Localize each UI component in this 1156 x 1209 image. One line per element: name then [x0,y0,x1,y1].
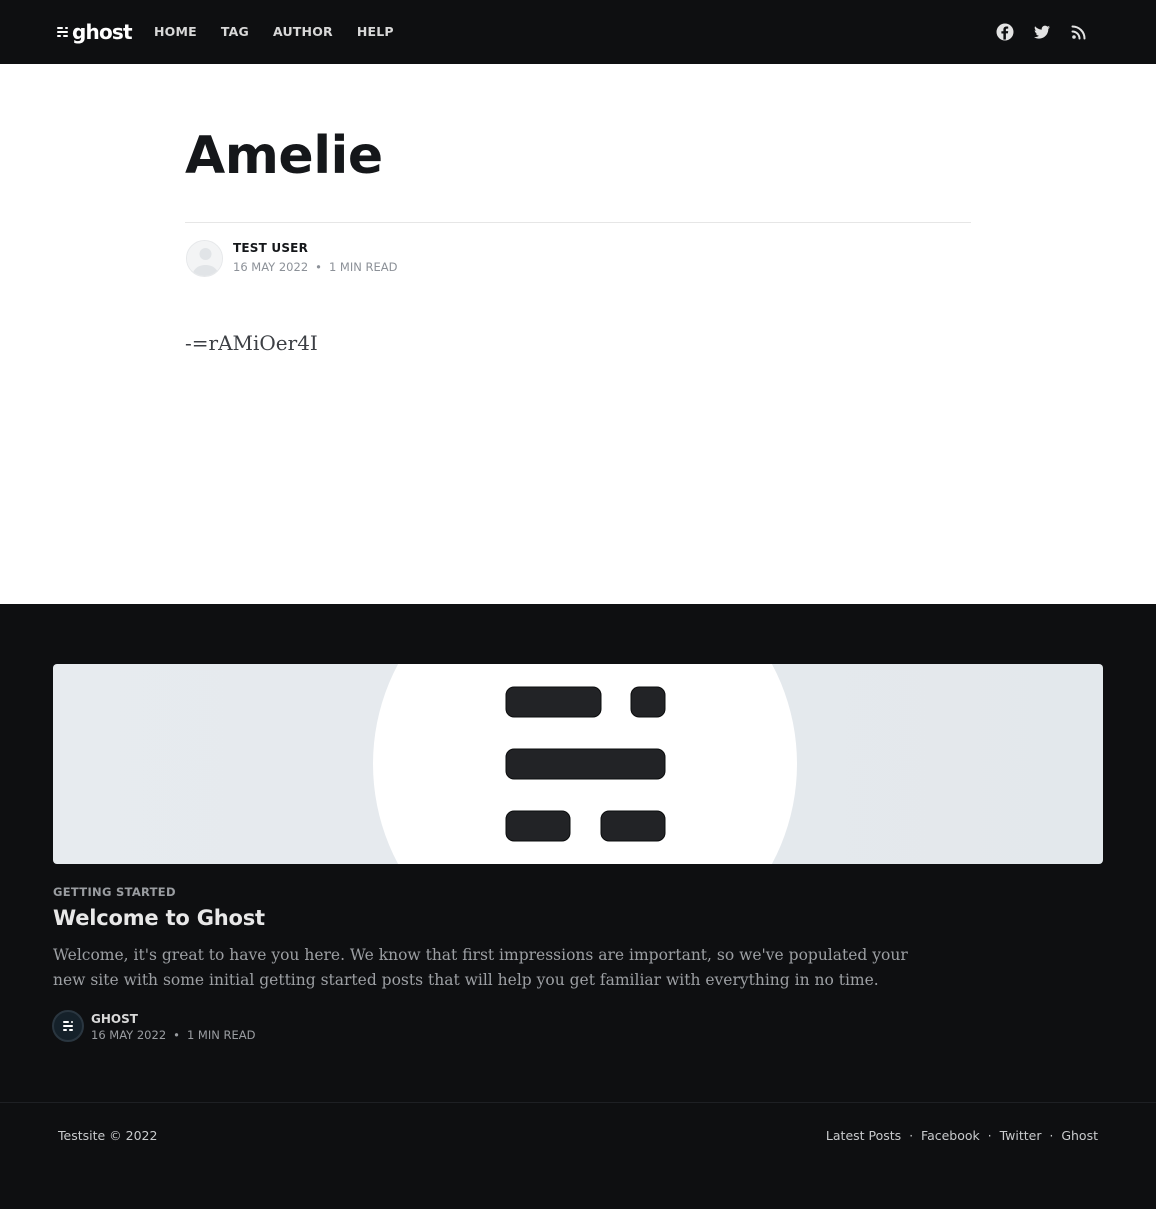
site-logo[interactable]: ghost [57,18,133,46]
logo-text: ghost [72,20,133,44]
nav-home[interactable]: HOME [154,22,197,42]
facebook-icon[interactable] [996,23,1014,41]
nav-author[interactable]: AUTHOR [273,22,333,42]
author-name[interactable]: TEST USER [233,241,308,255]
nav-tag[interactable]: TAG [221,22,249,42]
nav-help[interactable]: HELP [357,22,394,42]
post-title[interactable]: Welcome to Ghost [53,906,265,930]
twitter-icon[interactable] [1033,23,1051,41]
post-author-avatar[interactable] [52,1010,84,1042]
footer-separator: · [987,1128,992,1143]
footer-separator: · [1049,1128,1054,1143]
article-content: -=rAMiOer4I [185,331,318,355]
meta-separator: • [315,260,322,274]
article-title: Amelie [185,126,383,186]
main-nav: HOME TAG AUTHOR HELP [154,22,418,42]
site-header: ghost HOME TAG AUTHOR HELP [0,0,1156,64]
related-posts-section: GETTING STARTED Welcome to Ghost Welcome… [0,604,1156,1209]
article-read-time: 1 MIN READ [328,260,398,274]
article-divider [185,222,971,223]
footer-divider [0,1102,1156,1103]
post-feature-image[interactable] [53,664,1103,864]
user-placeholder-icon [187,241,222,276]
article-date: 16 MAY 2022 [233,260,309,274]
meta-separator: • [173,1028,180,1042]
footer-link-latest-posts[interactable]: Latest Posts [826,1128,901,1143]
article-meta: 16 MAY 2022 • 1 MIN READ [233,260,397,274]
post-excerpt[interactable]: Welcome, it's great to have you here. We… [53,943,933,993]
author-avatar[interactable] [186,240,223,277]
post-meta: 16 MAY 2022 • 1 MIN READ [91,1028,255,1042]
post-date: 16 MAY 2022 [91,1028,167,1042]
footer-nav: Latest Posts · Facebook · Twitter · Ghos… [826,1128,1098,1143]
ghost-logo-illustration [373,664,797,864]
rss-icon[interactable] [1070,23,1088,41]
footer-separator: · [909,1128,914,1143]
post-read-time: 1 MIN READ [186,1028,256,1042]
footer-link-facebook[interactable]: Facebook [921,1128,980,1143]
post-tag[interactable]: GETTING STARTED [53,885,176,899]
post-author-name[interactable]: GHOST [91,1012,138,1026]
footer-link-ghost[interactable]: Ghost [1061,1128,1098,1143]
ghost-logo-icon [63,1021,73,1031]
footer-link-twitter[interactable]: Twitter [1000,1128,1042,1143]
ghost-logo-icon [57,27,68,37]
copyright: Testsite © 2022 [58,1128,158,1143]
